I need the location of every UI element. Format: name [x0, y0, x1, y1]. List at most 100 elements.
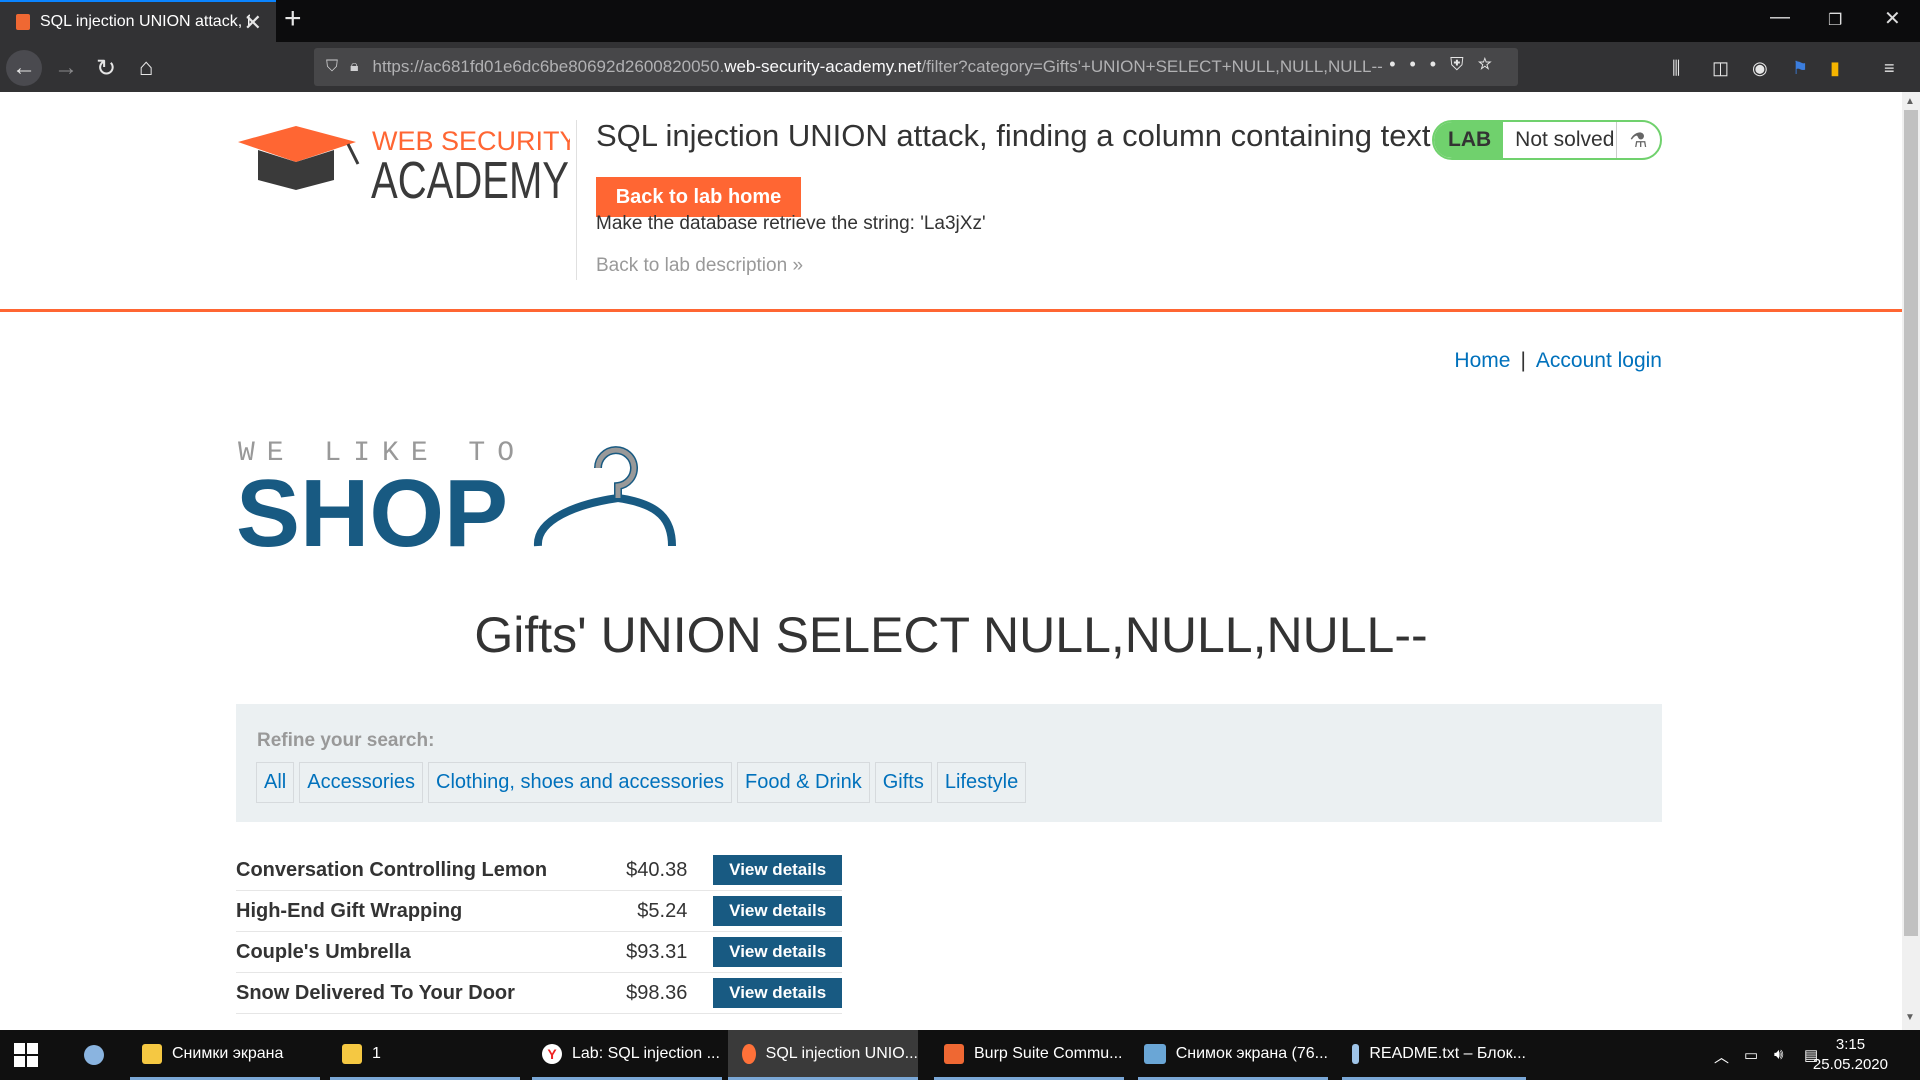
- we-like-to-shop-logo: WE LIKE TO SHOP: [236, 438, 676, 550]
- category-filters: All Accessories Clothing, shoes and acce…: [256, 762, 1027, 803]
- product-name: High-End Gift Wrapping: [236, 899, 463, 922]
- library-icon[interactable]: ⫼: [1672, 58, 1680, 79]
- windows-taskbar: Снимки экрана 1 Y Lab: SQL injection ... …: [0, 1030, 1920, 1080]
- web-security-academy-logo[interactable]: WEB SECURITY ACADEMY: [238, 120, 570, 204]
- lab-status-text: Not solved: [1515, 128, 1615, 151]
- taskbar-item-screenshots-folder[interactable]: Снимки экрана: [130, 1030, 320, 1080]
- taskbar-pinned-app[interactable]: [76, 1030, 112, 1080]
- table-row: Conversation Controlling Lemon $40.38 Vi…: [236, 850, 842, 891]
- taskbar-label: Lab: SQL injection ...: [572, 1044, 720, 1062]
- minimize-icon[interactable]: —: [1770, 6, 1790, 29]
- taskbar-label: SQL injection UNIO...: [765, 1044, 918, 1062]
- home-icon[interactable]: ⌂: [128, 50, 164, 86]
- filter-food-drink[interactable]: Food & Drink: [737, 762, 870, 803]
- home-link[interactable]: Home: [1454, 349, 1510, 372]
- restore-icon[interactable]: ❐: [1828, 10, 1842, 30]
- forward-arrow-icon[interactable]: →: [48, 50, 84, 86]
- tab-title: SQL injection UNION attack, finding a co…: [40, 13, 250, 30]
- filter-gifts[interactable]: Gifts: [874, 762, 932, 803]
- firefox-icon: [742, 1043, 756, 1064]
- lock-icon[interactable]: 🔒︎: [350, 58, 359, 76]
- product-price: $40.38: [626, 858, 688, 881]
- scrollbar-thumb[interactable]: [1904, 110, 1918, 936]
- view-details-button[interactable]: View details: [713, 937, 842, 967]
- notepad-icon: [1352, 1043, 1360, 1064]
- network-icon[interactable]: ▭: [1744, 1046, 1758, 1064]
- taskbar-label: 1: [372, 1044, 381, 1062]
- clock-date: 25.05.2020: [1812, 1056, 1888, 1073]
- logo-line2: ACADEMY: [371, 152, 569, 204]
- flask-icon: ⚗: [1616, 122, 1660, 158]
- taskbar-item-notepad[interactable]: README.txt – Блок...: [1342, 1030, 1526, 1080]
- back-to-lab-description-link[interactable]: Back to lab description »: [596, 255, 803, 277]
- clock-time: 3:15: [1835, 1036, 1866, 1053]
- table-row: Snow Delivered To Your Door $98.36 View …: [236, 973, 842, 1014]
- header-divider: [576, 120, 577, 280]
- lab-status-badge: LAB Not solved ⚗: [1432, 120, 1662, 160]
- menu-icon[interactable]: ≡: [1884, 58, 1895, 79]
- product-name: Conversation Controlling Lemon: [236, 858, 548, 881]
- yandex-browser-icon: Y: [542, 1043, 562, 1064]
- back-to-lab-home-button[interactable]: Back to lab home: [596, 177, 801, 217]
- bookmark-star-icon[interactable]: ☆: [1478, 54, 1506, 74]
- url-prefix: https://ac681fd01e6dc6be80692d2600820050…: [372, 57, 725, 76]
- burp-suite-icon: [944, 1043, 964, 1064]
- tray-chevron-up-icon[interactable]: ︿: [1714, 1046, 1729, 1067]
- filter-all[interactable]: All: [256, 762, 295, 803]
- filter-accessories[interactable]: Accessories: [299, 762, 424, 803]
- page-actions-icon[interactable]: •••: [1389, 54, 1450, 74]
- back-arrow-icon[interactable]: ←: [6, 50, 42, 86]
- logo-word: SHOP: [236, 460, 508, 550]
- taskbar-item-photos[interactable]: Снимок экрана (76...: [1138, 1030, 1328, 1080]
- folder-icon: [142, 1043, 162, 1064]
- tab-close-icon[interactable]: ✕: [244, 10, 262, 36]
- browser-toolbar: ← → ↻ ⌂ ⛉ 🔒︎ https://ac681fd01e6dc6be806…: [0, 42, 1920, 92]
- system-clock[interactable]: 3:15 25.05.2020: [1813, 1035, 1888, 1075]
- scroll-up-icon[interactable]: ▲: [1905, 96, 1915, 107]
- account-icon[interactable]: ◉: [1752, 58, 1768, 79]
- product-table: Conversation Controlling Lemon $40.38 Vi…: [236, 850, 842, 1014]
- taskbar-item-burp-suite[interactable]: Burp Suite Commu...: [934, 1030, 1124, 1080]
- taskbar-label: Burp Suite Commu...: [974, 1044, 1123, 1062]
- lab-title: SQL injection UNION attack, finding a co…: [596, 118, 1431, 153]
- shop-top-nav: Home | Account login: [1454, 349, 1662, 373]
- view-details-button[interactable]: View details: [713, 978, 842, 1008]
- url-host: web-security-academy.net: [724, 57, 922, 76]
- address-bar[interactable]: ⛉ 🔒︎ https://ac681fd01e6dc6be80692d26008…: [314, 48, 1518, 86]
- sidebar-icon[interactable]: ◫: [1712, 58, 1729, 79]
- product-price: $5.24: [637, 899, 688, 922]
- window-close-icon[interactable]: ✕: [1884, 6, 1901, 31]
- view-details-button[interactable]: View details: [713, 896, 842, 926]
- page-scrollbar[interactable]: ▲ ▼: [1902, 92, 1920, 1030]
- reload-icon[interactable]: ↻: [88, 50, 124, 86]
- taskbar-label: Снимок экрана (76...: [1175, 1044, 1328, 1062]
- filter-clothing[interactable]: Clothing, shoes and accessories: [428, 762, 732, 803]
- url-path: /filter?category=Gifts'+UNION+SELECT+NUL…: [921, 57, 1383, 76]
- browser-tab-strip: SQL injection UNION attack, finding a co…: [0, 0, 1920, 42]
- header-separator: [0, 309, 1902, 312]
- view-details-button[interactable]: View details: [713, 855, 842, 885]
- refine-search-panel: Refine your search: All Accessories Clot…: [236, 704, 1662, 822]
- product-name: Couple's Umbrella: [236, 940, 411, 963]
- table-row: Couple's Umbrella $93.31 View details: [236, 932, 842, 973]
- volume-icon[interactable]: 🔊︎: [1774, 1046, 1783, 1063]
- new-tab-icon[interactable]: +: [284, 2, 302, 36]
- tracking-shield-icon[interactable]: ⛉: [326, 58, 338, 76]
- account-login-link[interactable]: Account login: [1536, 349, 1662, 372]
- extension-icon[interactable]: ▮: [1830, 58, 1840, 79]
- url-text[interactable]: https://ac681fd01e6dc6be80692d2600820050…: [373, 57, 1383, 77]
- nav-separator: |: [1520, 349, 1526, 372]
- taskbar-label: Снимки экрана: [172, 1044, 284, 1062]
- scroll-down-icon[interactable]: ▼: [1905, 1012, 1915, 1023]
- lab-goal-text: Make the database retrieve the string: '…: [596, 213, 986, 234]
- filter-lifestyle[interactable]: Lifestyle: [936, 762, 1027, 803]
- taskbar-item-yandex[interactable]: Y Lab: SQL injection ...: [532, 1030, 722, 1080]
- pocket-icon[interactable]: ⛨: [1450, 54, 1478, 74]
- windows-start-icon[interactable]: [14, 1043, 38, 1067]
- product-name: Snow Delivered To Your Door: [236, 981, 515, 1004]
- taskbar-item-firefox[interactable]: SQL injection UNIO...: [728, 1030, 918, 1080]
- extension-flag-icon[interactable]: ⚑: [1792, 58, 1808, 79]
- taskbar-item-folder-1[interactable]: 1: [330, 1030, 520, 1080]
- browser-tab-active[interactable]: SQL injection UNION attack, finding a co…: [0, 0, 276, 42]
- taskbar-label: README.txt – Блок...: [1369, 1044, 1526, 1062]
